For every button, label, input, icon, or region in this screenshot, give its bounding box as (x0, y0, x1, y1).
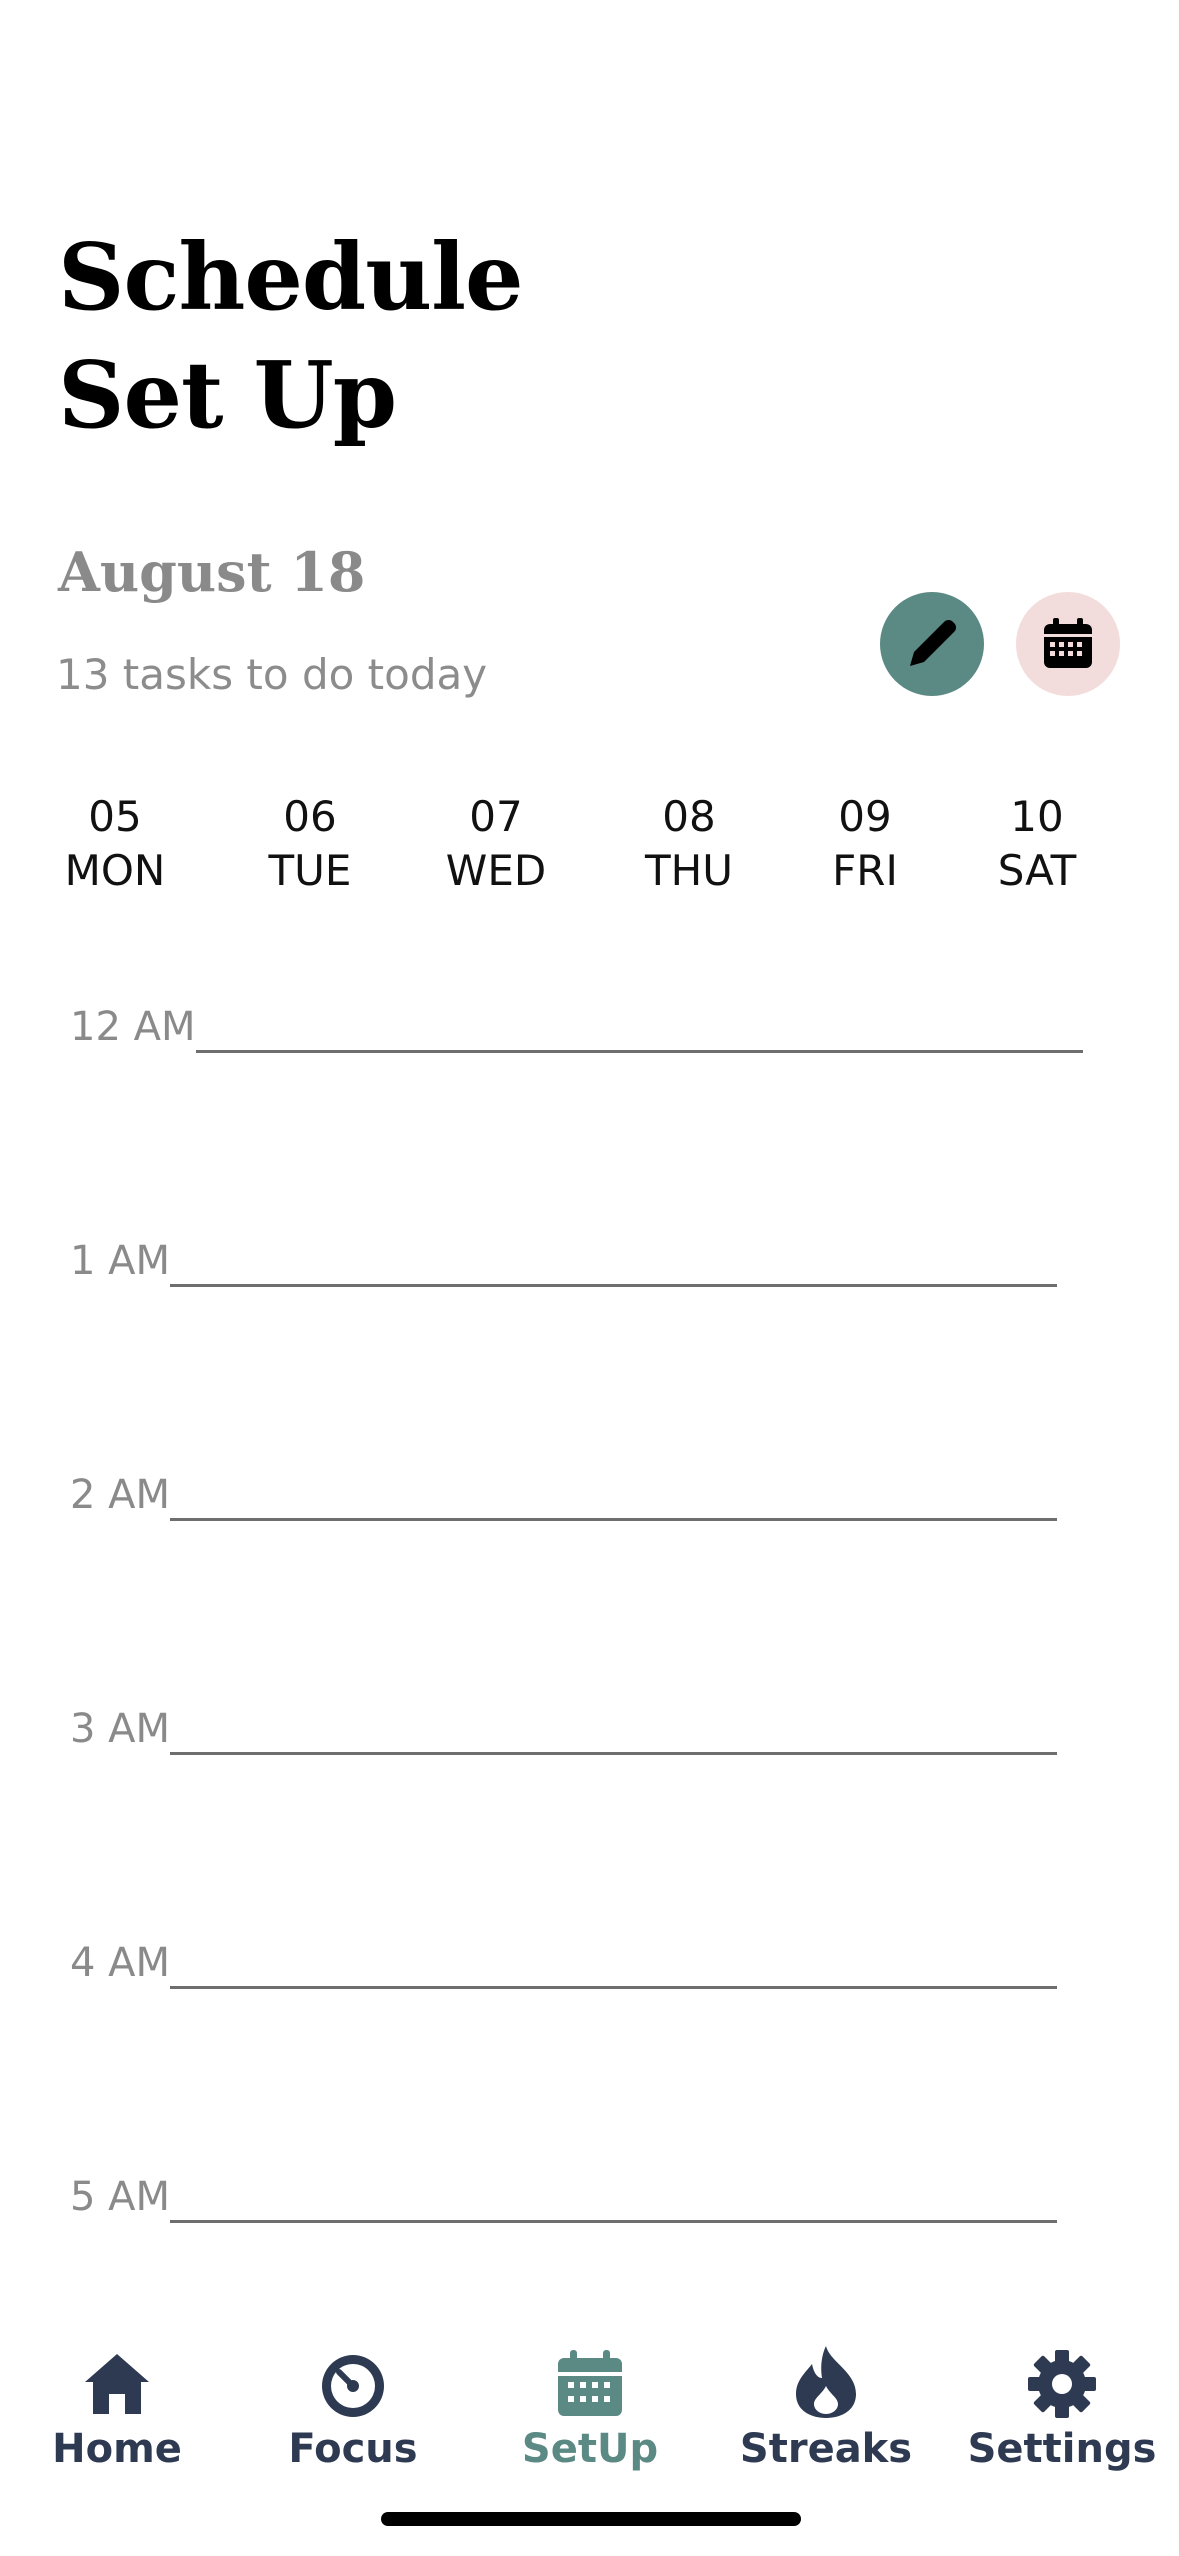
task-count: 13 tasks to do today (56, 650, 488, 699)
hour-row: 1 AM (70, 1224, 1058, 1287)
day-number: 06 (283, 792, 337, 841)
day-name: WED (445, 846, 547, 895)
tab-setup[interactable]: SetUp (475, 2330, 705, 2472)
day-item[interactable]: 10 SAT (962, 790, 1112, 898)
day-item[interactable]: 05 MON (40, 790, 190, 898)
day-number: 08 (662, 792, 716, 841)
page-title: Schedule Set Up (58, 218, 524, 454)
hour-label: 4 AM (70, 1940, 171, 1986)
day-number: 09 (838, 792, 892, 841)
hour-label: 5 AM (70, 2174, 171, 2220)
tab-label: Settings (967, 2426, 1157, 2472)
hour-divider (170, 1284, 1058, 1287)
edit-button[interactable] (880, 592, 984, 696)
tab-label: SetUp (521, 2426, 659, 2472)
day-name: SAT (997, 846, 1077, 895)
day-name: MON (64, 846, 166, 895)
home-indicator[interactable] (381, 2512, 801, 2526)
hour-timeline[interactable]: 12 AM 1 AM 2 AM 3 AM 4 AM 5 AM (0, 990, 1179, 2240)
hour-divider (170, 1752, 1058, 1755)
bottom-tab-bar: Home Focus SetUp Streaks Settings (0, 2330, 1179, 2500)
day-number: 07 (469, 792, 523, 841)
page-title-line-2: Set Up (58, 341, 397, 449)
day-item[interactable]: 09 FRI (790, 790, 940, 898)
hour-divider (195, 1050, 1083, 1053)
tab-label: Focus (288, 2426, 418, 2472)
hour-row: 2 AM (70, 1458, 1058, 1521)
home-icon (85, 2354, 149, 2414)
gear-icon (1028, 2350, 1096, 2418)
tab-focus[interactable]: Focus (238, 2330, 468, 2472)
hour-label: 3 AM (70, 1706, 171, 1752)
timer-icon (322, 2355, 384, 2417)
hour-row: 5 AM (70, 2160, 1058, 2223)
hour-row: 3 AM (70, 1692, 1058, 1755)
hour-label: 1 AM (70, 1238, 171, 1284)
day-number: 10 (1010, 792, 1064, 841)
flame-icon (796, 2346, 856, 2418)
calendar-button[interactable] (1016, 592, 1120, 696)
day-number: 05 (88, 792, 142, 841)
pencil-icon (910, 619, 957, 666)
week-day-selector: 05 MON 06 TUE 07 WED 08 THU 09 FRI 10 SA… (0, 790, 1179, 910)
hour-row: 4 AM (70, 1926, 1058, 1989)
calendar-icon (558, 2350, 622, 2416)
tab-streaks[interactable]: Streaks (711, 2330, 941, 2472)
tab-label: Streaks (739, 2426, 913, 2472)
day-item[interactable]: 06 TUE (235, 790, 385, 898)
tab-label: Home (52, 2426, 182, 2472)
day-item[interactable]: 08 THU (614, 790, 764, 898)
day-name: THU (645, 846, 733, 895)
hour-label: 2 AM (70, 1472, 171, 1518)
day-item[interactable]: 07 WED (421, 790, 571, 898)
hour-divider (170, 1986, 1058, 1989)
hour-divider (170, 2220, 1058, 2223)
day-name: TUE (268, 846, 352, 895)
page-title-line-1: Schedule (58, 223, 524, 331)
day-name: FRI (832, 846, 898, 895)
hour-label: 12 AM (70, 1004, 196, 1050)
tab-home[interactable]: Home (2, 2330, 232, 2472)
tab-settings[interactable]: Settings (947, 2330, 1177, 2472)
hour-divider (170, 1518, 1058, 1521)
calendar-icon (1044, 618, 1092, 668)
current-date: August 18 (58, 540, 366, 604)
hour-row: 12 AM (70, 990, 1083, 1053)
